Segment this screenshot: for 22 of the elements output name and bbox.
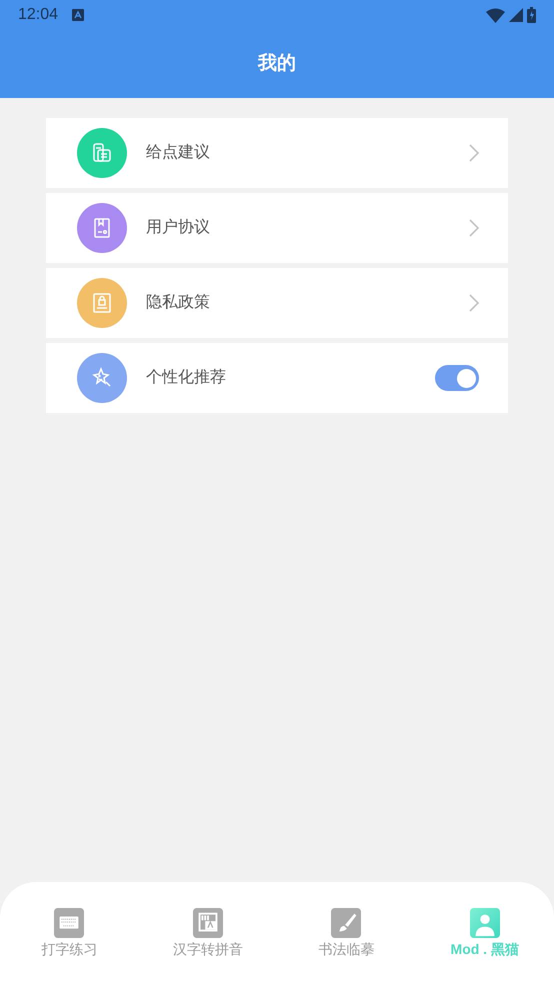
menu-item[interactable]: 隐私政策 [46,268,508,338]
toggle-switch[interactable] [435,365,479,391]
chevron-right-icon [469,219,479,237]
menu-item[interactable]: 用户协议 [46,193,508,263]
item-label: 用户协议 [146,218,211,238]
wifi-icon [486,8,505,22]
item-label: 给点建议 [146,142,211,163]
settings-row[interactable]: 个性化推荐 [46,343,508,413]
menu-item[interactable]: 给点建议 [46,118,508,188]
page-title: 我的 [258,52,296,76]
chevron-right-icon [469,144,479,162]
chevron-right-icon [469,294,479,312]
item-label: 个性化推荐 [146,368,227,388]
status-time: 12:04 [18,5,58,25]
paintbrush-icon [331,908,362,938]
person-icon [470,908,500,938]
keyboard-notification-icon [72,9,84,21]
keyboard-icon [54,908,84,938]
item-label: 隐私政策 [146,293,211,313]
battery-icon [527,7,536,23]
keyboard-letter-icon [192,908,223,938]
signal-icon [509,8,523,22]
